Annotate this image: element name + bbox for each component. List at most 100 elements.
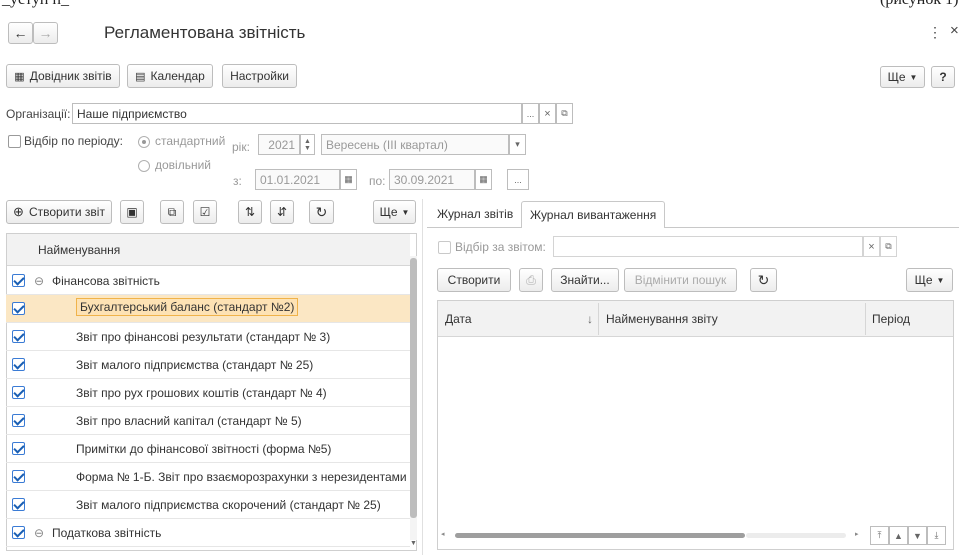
report-checkbox[interactable]: [12, 386, 25, 399]
calendar-icon: ▤: [135, 70, 146, 83]
report-filter-field[interactable]: [553, 236, 863, 257]
standard-radio[interactable]: [138, 136, 150, 148]
report-label: Бухгалтерський баланс (стандарт №2): [76, 298, 299, 316]
scroll-right-icon[interactable]: ▸: [855, 530, 859, 538]
open-icon[interactable]: ⧉: [556, 103, 573, 124]
scroll-down-icon[interactable]: ▼: [410, 540, 417, 547]
report-name-column-header[interactable]: Найменування звіту: [606, 312, 718, 326]
attach-button[interactable]: ⎙: [519, 268, 543, 292]
refresh-button[interactable]: ↻: [309, 200, 334, 224]
chevron-down-icon: ▼: [401, 207, 410, 217]
report-checkbox[interactable]: [12, 526, 25, 539]
year-stepper[interactable]: ▲ ▼: [300, 134, 315, 155]
date-column-header[interactable]: Дата: [445, 312, 472, 326]
chevron-down-icon[interactable]: ▾: [509, 134, 526, 155]
left-more-button[interactable]: Ще ▼: [373, 200, 416, 224]
create-report-button[interactable]: ⊕ Створити звіт: [6, 200, 112, 224]
report-row[interactable]: Бухгалтерський баланс (стандарт №2): [6, 295, 410, 323]
report-directory-button[interactable]: ▦ Довідник звітів: [6, 64, 120, 88]
reports-table-header: Найменування: [7, 234, 410, 266]
name-column-header: Найменування: [38, 243, 121, 257]
back-button[interactable]: ←: [8, 22, 33, 44]
calendar-icon[interactable]: ▦: [475, 169, 492, 190]
scroll-left-icon[interactable]: ◂: [441, 530, 445, 538]
cancel-search-button[interactable]: Відмінити пошук: [624, 268, 737, 292]
scroll-down-icon[interactable]: ▼: [908, 526, 927, 545]
organization-label: Організації:: [6, 107, 71, 121]
sort-asc-button[interactable]: ⇅: [238, 200, 262, 224]
plus-circle-icon: ⊕: [13, 204, 24, 219]
horizontal-scrollbar-track[interactable]: [746, 533, 846, 538]
refresh-button[interactable]: ↻: [750, 268, 777, 292]
report-checkbox[interactable]: [12, 330, 25, 343]
report-row[interactable]: Звіт про власний капітал (стандарт № 5): [6, 407, 410, 435]
report-checkbox[interactable]: [12, 498, 25, 511]
report-row[interactable]: Звіт про фінансові результати (стандарт …: [6, 323, 410, 351]
more-button[interactable]: Ще ▼: [880, 66, 925, 88]
close-icon[interactable]: ×: [950, 22, 959, 39]
panel-splitter[interactable]: [422, 199, 423, 555]
sort-desc-button[interactable]: ⇵: [270, 200, 294, 224]
scroll-bottom-icon[interactable]: ⤓: [927, 526, 946, 545]
calendar-icon[interactable]: ▦: [340, 169, 357, 190]
copy-icon: ⧉: [167, 204, 177, 219]
create-button[interactable]: Створити: [437, 268, 511, 292]
report-label: Звіт про фінансові результати (стандарт …: [76, 330, 331, 344]
report-label: Звіт малого підприємства (стандарт № 25): [76, 358, 314, 372]
report-row[interactable]: Форма № 1-Б. Звіт про взаєморозрахунки з…: [6, 463, 410, 491]
report-label: Звіт про рух грошових коштів (стандарт №…: [76, 386, 327, 400]
year-field[interactable]: 2021: [258, 134, 300, 155]
custom-radio[interactable]: [138, 160, 150, 172]
select-period-button[interactable]: ...: [507, 169, 529, 190]
scrollbar-thumb[interactable]: [410, 258, 417, 518]
settings-button[interactable]: Настройки: [222, 64, 297, 88]
period-filter-checkbox[interactable]: [8, 135, 21, 148]
column-divider: [865, 303, 866, 335]
right-more-button[interactable]: Ще ▼: [906, 268, 953, 292]
clipped-text-left: _уступ п_: [2, 0, 69, 9]
select-button[interactable]: ...: [522, 103, 539, 124]
to-label: по:: [369, 174, 386, 188]
tab-upload-journal[interactable]: Журнал вивантаження: [521, 201, 666, 228]
sort-desc-icon: ⇵: [276, 205, 288, 219]
organization-field[interactable]: Наше підприємство: [72, 103, 522, 124]
horizontal-scrollbar-thumb[interactable]: [455, 533, 745, 538]
report-filter-checkbox[interactable]: [438, 241, 451, 254]
report-row[interactable]: Звіт малого підприємства (стандарт № 25): [6, 351, 410, 379]
to-date-field[interactable]: 30.09.2021: [389, 169, 475, 190]
report-row[interactable]: Примітки до фінансової звітності (форма …: [6, 435, 410, 463]
help-button[interactable]: ?: [931, 66, 955, 88]
group-row[interactable]: ⊖ Фінансова звітність: [6, 267, 410, 295]
report-label: Форма № 1-Б. Звіт про взаєморозрахунки з…: [76, 470, 407, 484]
period-select[interactable]: Вересень (III квартал): [321, 134, 509, 155]
report-checkbox[interactable]: [12, 470, 25, 483]
check-all-button[interactable]: ☑: [193, 200, 217, 224]
report-checkbox[interactable]: [12, 274, 25, 287]
period-column-header[interactable]: Період: [872, 312, 910, 326]
tab-reports-journal[interactable]: Журнал звітів: [429, 201, 521, 227]
report-checkbox[interactable]: [12, 414, 25, 427]
report-row[interactable]: Звіт про рух грошових коштів (стандарт №…: [6, 379, 410, 407]
report-checkbox[interactable]: [12, 358, 25, 371]
report-checkbox[interactable]: [12, 442, 25, 455]
open-icon[interactable]: ⧉: [880, 236, 897, 257]
scroll-up-icon[interactable]: ▲: [889, 526, 908, 545]
scroll-top-icon[interactable]: ⤒: [870, 526, 889, 545]
print-button[interactable]: ▣: [120, 200, 144, 224]
report-label: Звіт про власний капітал (стандарт № 5): [76, 414, 302, 428]
tabs-underline: [427, 227, 959, 228]
forward-button[interactable]: →: [33, 22, 58, 44]
collapse-icon[interactable]: ⊖: [34, 526, 44, 540]
collapse-icon[interactable]: ⊖: [34, 274, 44, 288]
clear-icon[interactable]: ×: [539, 103, 556, 124]
from-date-field[interactable]: 01.01.2021: [255, 169, 340, 190]
calendar-button[interactable]: ▤ Календар: [127, 64, 213, 88]
report-checkbox[interactable]: [12, 302, 25, 315]
group-row[interactable]: ⊖ Податкова звітність: [6, 519, 410, 547]
table-icon: ▦: [14, 70, 25, 83]
more-vert-icon[interactable]: ⋮: [928, 24, 942, 41]
find-button[interactable]: Знайти...: [551, 268, 619, 292]
report-row[interactable]: Звіт малого підприємства скорочений (ста…: [6, 491, 410, 519]
copy-button[interactable]: ⧉: [160, 200, 184, 224]
clear-icon[interactable]: ×: [863, 236, 880, 257]
